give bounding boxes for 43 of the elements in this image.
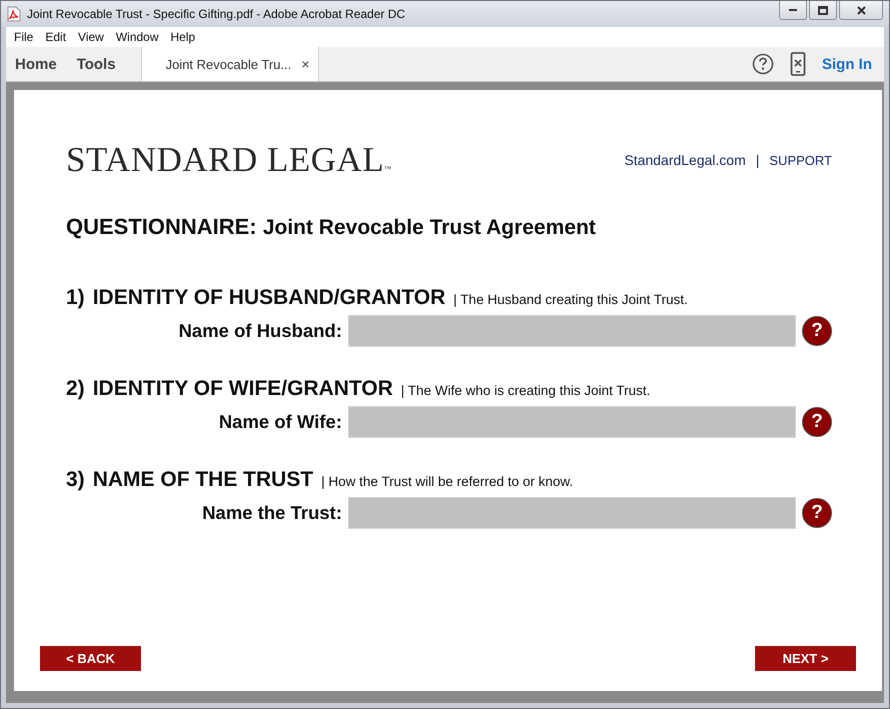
section-description: | The Wife who is creating this Joint Trust.: [400, 383, 650, 398]
input-field[interactable]: [348, 315, 796, 347]
window-title: Joint Revocable Trust - Specific Gifting.pdf - Adobe Acrobat Reader DC: [27, 7, 406, 21]
maximize-button[interactable]: [809, 1, 837, 20]
menu-item[interactable]: Window: [110, 30, 165, 44]
field-label: Name the Trust:: [201, 502, 343, 524]
menu-item[interactable]: Edit: [39, 30, 72, 44]
minimize-button[interactable]: [779, 1, 807, 20]
pdf-file-icon: [7, 6, 21, 22]
field-label: Name of Husband:: [178, 320, 343, 342]
nav-tab[interactable]: Home: [6, 47, 68, 81]
maximize-icon: [818, 6, 828, 14]
next-button[interactable]: NEXT >: [755, 646, 856, 671]
section-description: | The Husband creating this Joint Trust.: [453, 292, 688, 307]
back-button[interactable]: < BACK: [40, 646, 141, 671]
menu-item[interactable]: Help: [164, 30, 202, 44]
close-tab-button[interactable]: ×: [301, 56, 310, 72]
menu-item[interactable]: View: [72, 30, 110, 44]
tab-label: Joint Revocable Tru...: [166, 56, 292, 72]
section-heading: IDENTITY OF WIFE/GRANTOR: [92, 377, 393, 401]
field-label: Name of Wife:: [218, 411, 343, 433]
section-number: 3): [66, 468, 85, 492]
section-heading: IDENTITY OF HUSBAND/GRANTOR: [92, 286, 446, 310]
menu-item[interactable]: File: [8, 30, 40, 44]
section-number: 1): [66, 286, 85, 310]
help-button[interactable]: ?: [802, 498, 832, 528]
close-icon: [856, 6, 866, 14]
minimize-icon: [788, 9, 798, 11]
support-link[interactable]: SUPPORT: [769, 152, 832, 168]
input-field[interactable]: [348, 497, 796, 529]
section-number: 2): [66, 377, 85, 401]
sign-in-link[interactable]: Sign In: [822, 47, 872, 81]
close-button[interactable]: [839, 1, 883, 20]
website-link[interactable]: StandardLegal.com: [624, 152, 746, 168]
nav-tab[interactable]: Tools: [68, 47, 127, 81]
section-heading: NAME OF THE TRUST: [92, 468, 314, 492]
document-tab[interactable]: Joint Revocable Tru... ×: [140, 47, 318, 81]
help-button[interactable]: ?: [802, 407, 832, 437]
help-button[interactable]: ?: [802, 316, 832, 346]
questionnaire-title: QUESTIONNAIRE: Joint Revocable Trust Agreement: [66, 214, 597, 240]
section-description: | How the Trust will be referred to or know.: [321, 474, 574, 489]
link-separator: |: [756, 152, 760, 168]
input-field[interactable]: [348, 406, 796, 438]
